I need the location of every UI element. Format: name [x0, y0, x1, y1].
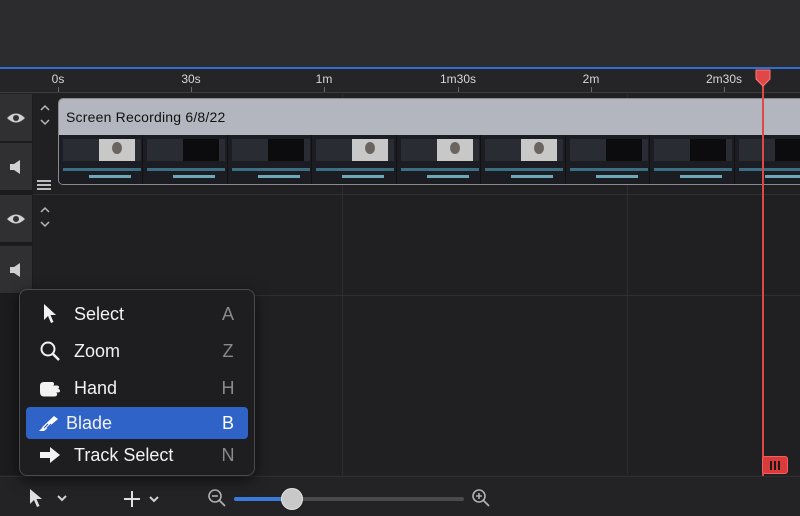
menu-item-shortcut: N	[221, 444, 235, 465]
chevron-down-icon	[57, 495, 67, 502]
zoom-in-icon	[472, 489, 490, 507]
speaker-icon	[10, 262, 20, 277]
menu-item-zoom[interactable]: Zoom Z	[26, 335, 248, 367]
video-clip[interactable]: Screen Recording 6/8/22	[58, 98, 800, 185]
clip-thumbnail	[481, 135, 566, 184]
zoom-slider-knob[interactable]	[280, 488, 303, 510]
ruler-tick-label: 1m	[315, 72, 333, 86]
track-1-menu-icon[interactable]	[37, 180, 51, 191]
ruler-tick-label: 30s	[181, 72, 201, 86]
ruler-tick-mark	[458, 87, 459, 92]
time-ruler[interactable]: 0s 30s 1m 1m30s 2m 2m30s	[0, 69, 800, 93]
chevron-down-icon	[149, 496, 159, 503]
menu-item-track-select[interactable]: Track Select N	[26, 439, 248, 471]
add-button[interactable]	[122, 489, 160, 509]
track-1-audio-button[interactable]	[0, 143, 32, 191]
menu-item-select[interactable]: Select A	[26, 298, 248, 330]
clip-thumbnail	[59, 135, 144, 184]
menu-item-hand[interactable]: Hand H	[26, 372, 248, 404]
clip-thumbnail	[396, 135, 482, 184]
zoom-in-button[interactable]	[471, 488, 491, 508]
menu-item-blade[interactable]: Blade B	[26, 407, 248, 439]
clip-thumbnail	[565, 135, 651, 184]
ruler-tick-label: 0s	[51, 72, 65, 86]
playhead-bottom-handle[interactable]	[762, 456, 788, 474]
magnifier-icon	[40, 341, 60, 361]
clip-thumbnail	[227, 135, 313, 184]
playhead-line[interactable]	[762, 80, 764, 476]
track-2-expand-chevrons[interactable]	[34, 206, 56, 230]
menu-item-shortcut: B	[221, 412, 234, 433]
tool-picker-button[interactable]	[28, 488, 68, 508]
arrow-pointer-icon	[44, 304, 56, 323]
menu-item-label: Blade	[66, 412, 113, 433]
clip-thumbnail	[143, 135, 228, 184]
clip-thumbnails	[59, 135, 800, 184]
ruler-tick-mark	[724, 87, 725, 92]
menu-item-shortcut: Z	[222, 340, 234, 361]
ruler-tick-mark	[591, 87, 592, 92]
chevron-up-down-icon	[40, 104, 50, 126]
playhead-handle-icon[interactable]	[754, 69, 772, 87]
speaker-icon	[10, 159, 20, 174]
menu-item-shortcut: A	[221, 303, 234, 324]
track-2-visibility-button[interactable]	[0, 195, 32, 243]
menu-item-label: Hand	[74, 377, 118, 398]
zoom-out-button[interactable]	[207, 488, 227, 508]
clip-thumbnail	[312, 135, 397, 184]
track-1-expand-chevrons[interactable]	[34, 104, 56, 128]
ruler-tick-label: 2m	[582, 72, 600, 86]
timeline-toolbar	[0, 476, 800, 516]
menu-item-label: Zoom	[74, 340, 121, 361]
clip-thumbnail	[650, 135, 735, 184]
ruler-tick-mark	[58, 87, 59, 92]
eye-icon	[7, 113, 25, 122]
clip-thumbnail	[734, 135, 800, 184]
timeline-editor: 0s 30s 1m 1m30s 2m 2m30s Screen Recordin…	[0, 0, 800, 516]
ruler-tick-label: 2m30s	[705, 72, 743, 86]
eye-icon	[7, 214, 25, 223]
ruler-tick-label: 1m30s	[439, 72, 477, 86]
menu-item-shortcut: H	[221, 377, 235, 398]
track-2-audio-button[interactable]	[0, 246, 32, 294]
grid-line	[0, 194, 800, 195]
zoom-out-icon	[208, 489, 226, 507]
chevron-up-down-icon	[40, 206, 50, 228]
track-1-visibility-button[interactable]	[0, 94, 32, 142]
arrow-right-icon	[40, 447, 60, 463]
plus-icon	[124, 491, 140, 507]
arrow-pointer-icon	[30, 489, 42, 507]
ruler-tick-mark	[324, 87, 325, 92]
menu-item-label: Select	[74, 303, 125, 324]
ruler-tick-mark	[191, 87, 192, 92]
viewer-area	[0, 0, 800, 67]
clip-title: Screen Recording 6/8/22	[59, 99, 800, 135]
hand-icon	[40, 382, 60, 397]
blade-icon	[37, 416, 58, 432]
tool-menu: Select A Zoom Z Hand H Blade B Track Sel…	[19, 289, 255, 476]
menu-item-label: Track Select	[74, 444, 174, 465]
